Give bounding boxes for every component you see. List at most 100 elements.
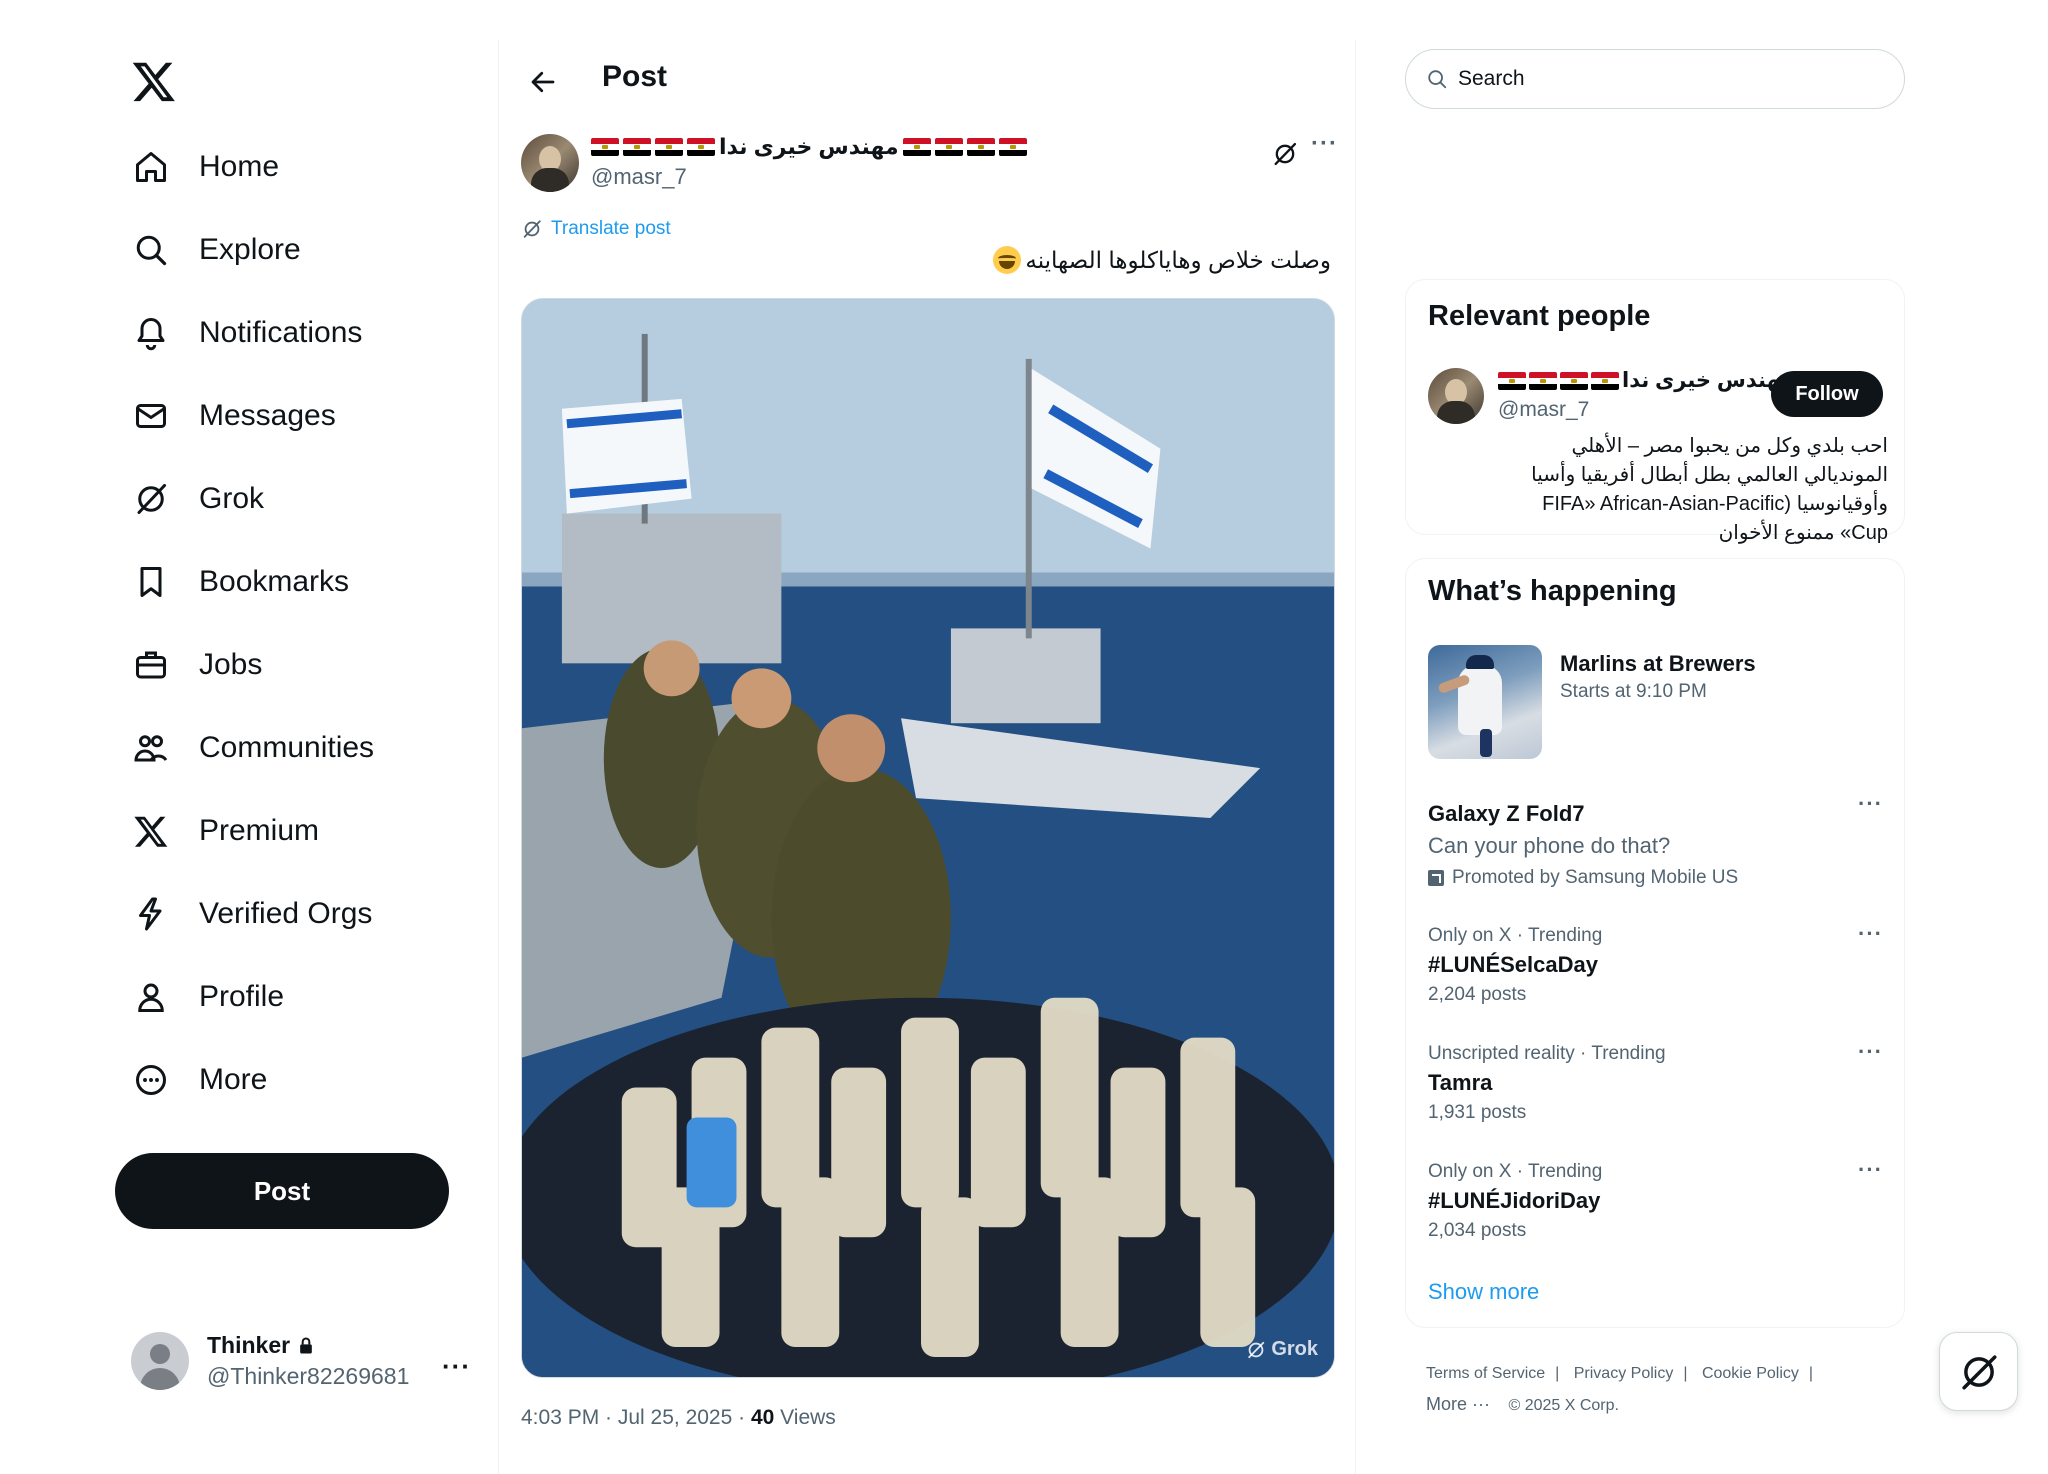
whats-happening-title: What’s happening: [1428, 575, 1677, 607]
relevant-people-card: Relevant people مهندس خيرى ندا... @masr_…: [1405, 279, 1905, 544]
nav-verified-orgs-label: Verified Orgs: [199, 897, 373, 930]
egypt-flag-icon: [934, 138, 963, 156]
trend-name[interactable]: Tamra: [1428, 1070, 1492, 1096]
post-time[interactable]: 4:03 PM · Jul 25, 2025 ·: [521, 1406, 751, 1429]
event-thumbnail[interactable]: [1428, 645, 1542, 759]
back-arrow-icon[interactable]: [523, 62, 563, 102]
nav-jobs-label: Jobs: [199, 648, 263, 681]
promoted-label: Promoted by Samsung Mobile US: [1428, 867, 1738, 889]
lock-icon: [300, 1337, 312, 1353]
post-button[interactable]: Post: [115, 1153, 449, 1229]
nav-profile[interactable]: Profile: [131, 967, 284, 1027]
nav-more-label: More: [199, 1063, 268, 1096]
nav-home[interactable]: Home: [131, 137, 279, 197]
envelope-icon: [131, 396, 171, 436]
grok-icon: [1961, 1354, 1996, 1389]
terms-link[interactable]: Terms of Service: [1426, 1365, 1545, 1382]
search-placeholder: Search: [1458, 67, 1525, 90]
nav-home-label: Home: [199, 150, 280, 183]
promo-more-icon[interactable]: ···: [1858, 791, 1883, 817]
relevant-person-handle[interactable]: @masr_7: [1498, 398, 1589, 422]
nav-bookmarks[interactable]: Bookmarks: [131, 552, 349, 612]
promoted-icon: [1428, 870, 1444, 886]
post-column: Post مهندس خيرى ندا @masr_7 ··· Translat…: [498, 40, 1356, 1474]
nav-jobs[interactable]: Jobs: [131, 635, 262, 695]
cookie-link[interactable]: Cookie Policy: [1702, 1365, 1799, 1382]
search-input[interactable]: Search: [1405, 49, 1905, 109]
trend-more-icon[interactable]: ···: [1858, 921, 1883, 947]
trend-more-icon[interactable]: ···: [1858, 1157, 1883, 1183]
account-switcher[interactable]: Thinker @Thinker82269681 ···: [131, 1325, 471, 1397]
grok-watermark-text: Grok: [1271, 1338, 1318, 1360]
trend-context: Only on X · Trending: [1428, 925, 1603, 946]
footer-links: Terms of Service | Privacy Policy | Cookie…: [1426, 1365, 1814, 1414]
egypt-flag-icon: [591, 138, 619, 156]
trend-context: Only on X · Trending: [1428, 1161, 1603, 1182]
nav-messages[interactable]: Messages: [131, 386, 336, 446]
nav-premium-label: Premium: [199, 814, 320, 847]
laughing-emoji-icon: [993, 246, 1022, 274]
relevant-people-title: Relevant people: [1428, 300, 1651, 332]
nav-explore-label: Explore: [199, 233, 301, 266]
trend-name[interactable]: #LUNÉJidoriDay: [1428, 1188, 1600, 1214]
post-image[interactable]: Grok: [521, 298, 1335, 1378]
nav-premium[interactable]: Premium: [131, 801, 319, 861]
avatar: [131, 1332, 189, 1390]
egypt-flag-icon: [1498, 371, 1526, 390]
grok-icon[interactable]: [1267, 136, 1303, 172]
views-label: Views: [774, 1406, 836, 1429]
relevant-person-bio: احب بلدي وكل من يحبوا مصر – الأهلي المون…: [1531, 435, 1888, 544]
search-icon: [1428, 70, 1447, 89]
post-timestamp: 4:03 PM · Jul 25, 2025 · 40 Views: [521, 1406, 836, 1430]
footer-more-link[interactable]: More ···: [1426, 1394, 1490, 1414]
nav-more[interactable]: More: [131, 1050, 267, 1110]
account-name-text: Thinker: [207, 1332, 291, 1358]
follow-button[interactable]: Follow: [1771, 371, 1883, 417]
egypt-flag-icon: [1591, 371, 1619, 390]
translate-post-link[interactable]: Translate post: [521, 218, 671, 240]
relevant-person-name[interactable]: مهندس خيرى ندا...: [1498, 368, 1811, 393]
page-title: Post: [602, 60, 668, 93]
grok-watermark: Grok: [1245, 1338, 1318, 1361]
avatar[interactable]: [1428, 368, 1484, 424]
views-count: 40: [750, 1406, 775, 1429]
egypt-flag-icon: [902, 138, 931, 156]
author-name-text: مهندس خيرى ندا: [719, 134, 899, 159]
post-text: وصلت خلاص وهاياكلوها الصهاينه: [993, 246, 1331, 274]
nav-verified-orgs[interactable]: Verified Orgs: [131, 884, 372, 944]
event-title[interactable]: Marlins at Brewers: [1560, 651, 1756, 677]
event-subtitle: Starts at 9:10 PM: [1560, 681, 1707, 702]
trend-name[interactable]: #LUNÉSelcaDay: [1428, 952, 1598, 978]
x-logo-icon[interactable]: [131, 58, 177, 104]
egypt-flag-icon: [1560, 371, 1588, 390]
author-handle[interactable]: @masr_7: [591, 164, 687, 190]
promo-title[interactable]: Galaxy Z Fold7: [1428, 801, 1585, 827]
post-text-body: وصلت خلاص وهاياكلوها الصهاينه: [1025, 246, 1331, 273]
account-names: Thinker @Thinker82269681: [207, 1332, 409, 1390]
nav-communities[interactable]: Communities: [131, 718, 374, 778]
nav-notifications[interactable]: Notifications: [131, 303, 362, 363]
promo-line: Can your phone do that?: [1428, 833, 1671, 858]
privacy-link[interactable]: Privacy Policy: [1574, 1365, 1674, 1382]
trend-more-icon[interactable]: ···: [1858, 1039, 1883, 1065]
author-name[interactable]: مهندس خيرى ندا: [591, 134, 1027, 160]
nav-grok-label: Grok: [199, 482, 265, 515]
nav-grok[interactable]: Grok: [131, 469, 264, 529]
egypt-flag-icon: [1529, 371, 1557, 390]
author-avatar[interactable]: [521, 134, 579, 192]
post-more-icon[interactable]: ···: [1311, 130, 1338, 158]
copyright: © 2025 X Corp.: [1508, 1397, 1619, 1414]
trend-posts: 1,931 posts: [1428, 1102, 1527, 1123]
account-more-icon[interactable]: ···: [442, 1351, 471, 1382]
boats-illustration: [522, 299, 1334, 1377]
egypt-flag-icon: [966, 138, 995, 156]
grok-floating-button[interactable]: [1939, 1332, 2018, 1411]
show-more-link[interactable]: Show more: [1428, 1279, 1539, 1305]
bookmark-icon: [131, 562, 171, 602]
left-navigation: Home Explore Notifications Messages Grok…: [0, 0, 500, 1474]
people-icon: [131, 728, 171, 768]
grok-icon: [131, 479, 171, 519]
bell-icon: [131, 313, 171, 353]
x-logo-icon: [131, 811, 171, 851]
nav-explore[interactable]: Explore: [131, 220, 301, 280]
